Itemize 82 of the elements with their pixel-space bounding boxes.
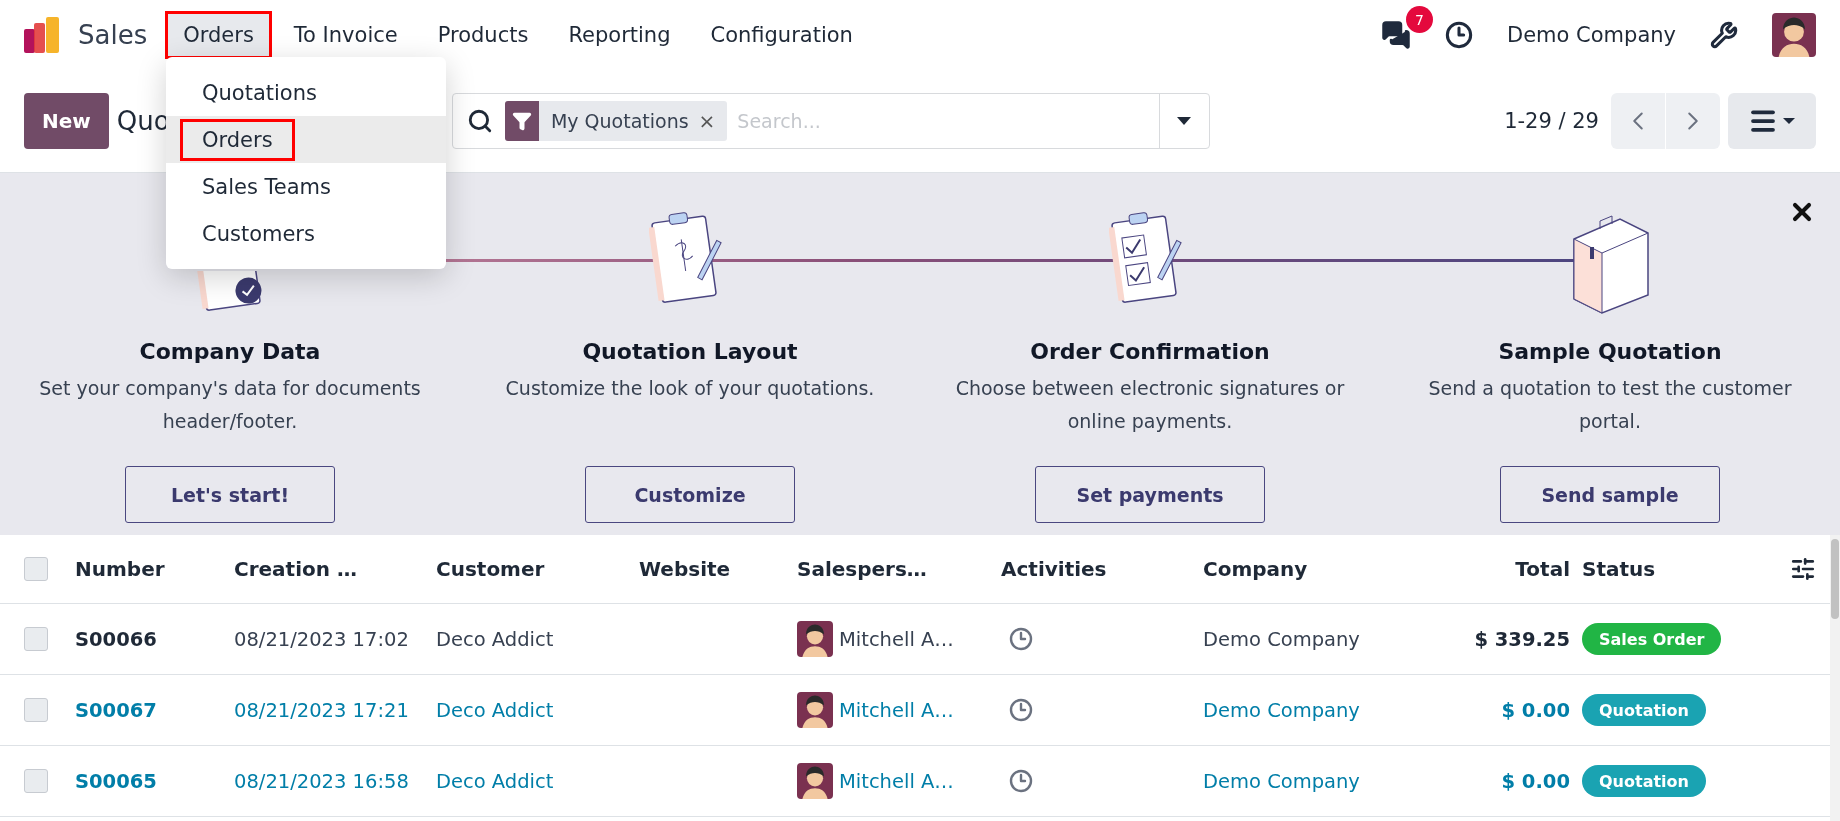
step-button[interactable]: Customize (585, 466, 795, 523)
table-row[interactable]: S00065 08/21/2023 16:58 Deco Addict Mitchell A… Demo Company $ 0.00 Quotation (0, 746, 1830, 817)
status-tag: Quotation (1582, 765, 1706, 797)
column-header[interactable]: Customer (436, 557, 639, 581)
table-cell-text: 08/21/2023 17:21 (234, 698, 410, 722)
scrollbar[interactable] (1830, 535, 1840, 821)
clock-icon[interactable] (1445, 21, 1473, 49)
step-title: Company Data (139, 339, 321, 364)
table-cell-text: $ 339.25 (1473, 627, 1570, 651)
view-switcher-button[interactable] (1728, 93, 1816, 149)
menu-item[interactable]: Products (419, 11, 547, 59)
column-header[interactable]: Website (639, 557, 797, 581)
caret-icon (1176, 116, 1193, 126)
row-checkbox[interactable] (24, 698, 48, 722)
table-row[interactable]: S00066 08/21/2023 17:02 Deco Addict Mitchell A… Demo Company $ 339.25 Sales Order (0, 604, 1830, 675)
table-cell-text: S00065 (75, 769, 158, 793)
table-cell-text: 08/21/2023 16:58 (234, 769, 410, 793)
company-switcher[interactable]: Demo Company (1507, 23, 1676, 47)
messages-icon[interactable] (1381, 20, 1411, 50)
menu-item[interactable]: Orders (165, 11, 272, 59)
table-cell-text: Demo Company (1203, 698, 1361, 722)
user-avatar[interactable] (1772, 13, 1816, 57)
facet-label: My Quotations (549, 110, 690, 132)
table-cell-text: Deco Addict (436, 698, 555, 722)
step-description: Set your company's data for documents header/footer. (38, 376, 422, 434)
remove-facet-button[interactable]: × (698, 109, 728, 133)
app-logo[interactable] (22, 15, 62, 55)
step-description: Customize the look of your quotations. (505, 376, 875, 401)
step-description: Choose between electronic signatures or online payments. (954, 376, 1346, 434)
select-all-checkbox[interactable] (24, 557, 48, 581)
column-header[interactable]: Total (1440, 557, 1570, 581)
search-field[interactable]: My Quotations × Search... (451, 93, 1210, 149)
table-cell: Mitchell A… (839, 627, 954, 651)
dropdown-item[interactable]: Orders (166, 116, 446, 163)
table-cell-text: Deco Addict (436, 769, 555, 793)
step-description: Send a quotation to test the customer portal. (1427, 376, 1793, 434)
status-tag: Quotation (1582, 694, 1706, 726)
step-button[interactable]: Send sample (1500, 466, 1720, 523)
message-count-badge: 7 (1406, 6, 1433, 33)
table-cell-text: S00067 (75, 698, 158, 722)
dropdown-item[interactable]: Customers (166, 210, 446, 257)
search-icon (466, 108, 493, 134)
row-checkbox[interactable] (24, 769, 48, 793)
salesperson-avatar (797, 692, 833, 728)
table-cell-text: 08/21/2023 17:02 (234, 627, 410, 651)
dropdown-item[interactable]: Sales Teams (166, 163, 446, 210)
table-cell-text: S00066 (75, 627, 158, 651)
table-cell-text: $ 0.00 (1500, 698, 1570, 722)
table-cell-text: $ 0.00 (1500, 769, 1570, 793)
filter-facet[interactable]: My Quotations × (504, 101, 728, 141)
column-header[interactable]: Number (75, 557, 234, 581)
column-header[interactable]: Status (1582, 557, 1782, 581)
step-title: Sample Quotation (1498, 339, 1722, 364)
column-header[interactable]: Activities (1001, 557, 1203, 581)
column-header[interactable]: Salespers… (797, 557, 1001, 581)
step-button[interactable]: Let's start! (125, 466, 335, 523)
new-button[interactable]: New (24, 93, 109, 149)
status-tag: Sales Order (1582, 623, 1722, 655)
step-title: Order Confirmation (1030, 339, 1270, 364)
row-checkbox[interactable] (24, 627, 48, 651)
step-title: Quotation Layout (582, 339, 798, 364)
menu-item[interactable]: Reporting (550, 11, 689, 59)
column-settings-icon[interactable] (1790, 556, 1816, 582)
table-cell-text: Demo Company (1203, 769, 1361, 793)
pager-value[interactable]: 1-29 / 29 (1504, 109, 1599, 133)
menu-item[interactable]: Configuration (692, 11, 871, 59)
column-header[interactable]: Company (1203, 557, 1440, 581)
filter-icon (504, 101, 539, 141)
table-cell-text: Deco Addict (436, 627, 555, 651)
caret-icon (1782, 117, 1796, 125)
salesperson-avatar (797, 621, 833, 657)
app-name[interactable]: Sales (78, 20, 148, 50)
table-cell: Mitchell A… (839, 769, 954, 793)
menu-item[interactable]: To Invoice (275, 11, 416, 59)
table-row[interactable]: S00067 08/21/2023 17:21 Deco Addict Mitchell A… Demo Company $ 0.00 Quotation (0, 675, 1830, 746)
table-cell: Mitchell A… (839, 698, 954, 722)
tools-icon[interactable] (1710, 21, 1738, 49)
column-header[interactable]: Creation … (234, 557, 436, 581)
step-button[interactable]: Set payments (1035, 466, 1265, 523)
dropdown-item[interactable]: Quotations (166, 69, 446, 116)
table-cell-text: Demo Company (1203, 627, 1361, 651)
salesperson-avatar (797, 763, 833, 799)
